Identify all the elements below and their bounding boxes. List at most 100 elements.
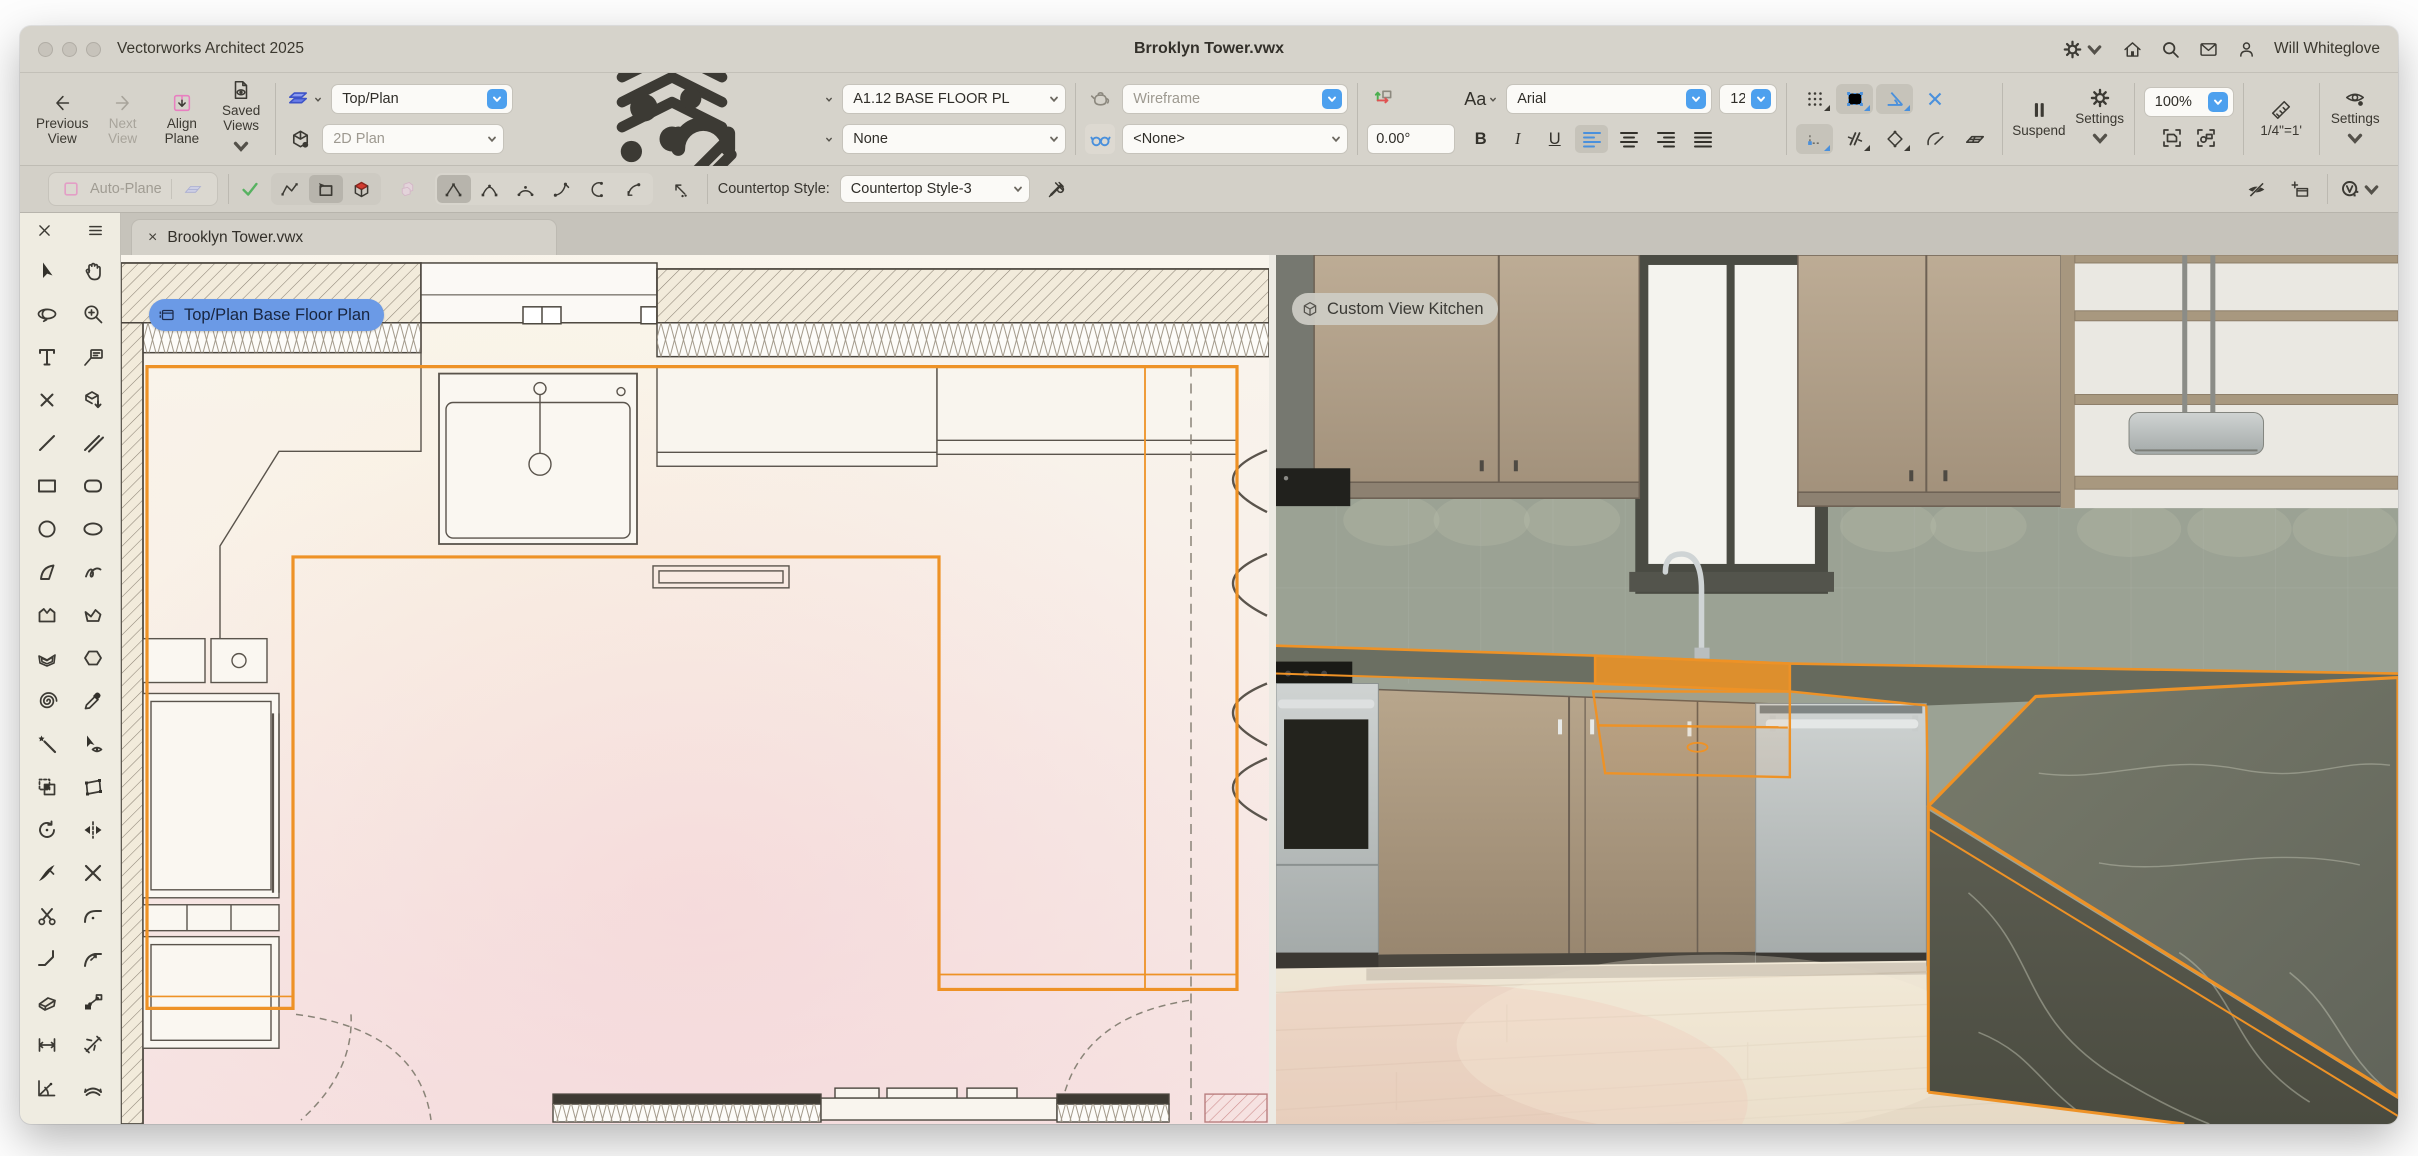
tool-connect-combine[interactable] bbox=[76, 985, 110, 1019]
user-icon[interactable] bbox=[2236, 39, 2257, 60]
plan-mode-dropdown[interactable]: 2D Plan bbox=[322, 124, 504, 154]
retrace-button[interactable] bbox=[663, 175, 697, 203]
rotation-field[interactable]: 0.00° bbox=[1367, 124, 1455, 154]
smart-point-snap-toggle[interactable] bbox=[1796, 124, 1833, 154]
data-visualization-dropdown[interactable]: <None> bbox=[1122, 124, 1348, 154]
tool-zoom[interactable] bbox=[76, 297, 110, 331]
previous-view-button[interactable]: Previous View bbox=[36, 92, 89, 147]
rectangle-mode-button[interactable] bbox=[309, 175, 343, 203]
tool-oval[interactable] bbox=[76, 512, 110, 546]
tool-pan[interactable] bbox=[76, 254, 110, 288]
tool-double-polygon[interactable] bbox=[30, 641, 64, 675]
tool-arc[interactable] bbox=[30, 555, 64, 589]
tool-flyover[interactable] bbox=[30, 297, 64, 331]
align-plane-button[interactable]: Align Plane bbox=[157, 92, 207, 147]
tool-extract[interactable] bbox=[76, 383, 110, 417]
view-settings-button[interactable]: Settings bbox=[2329, 87, 2382, 152]
tool-rectangle[interactable] bbox=[30, 469, 64, 503]
palette-menu-icon[interactable] bbox=[87, 222, 104, 239]
tool-eraser[interactable] bbox=[30, 985, 64, 1019]
view-mode-dropdown[interactable]: Top/Plan bbox=[331, 84, 513, 114]
workspace-gear-menu[interactable] bbox=[2062, 39, 2105, 60]
tool-reshape[interactable] bbox=[76, 770, 110, 804]
tool-double-line[interactable] bbox=[76, 426, 110, 460]
tool-circle[interactable] bbox=[30, 512, 64, 546]
saved-views-button[interactable]: Saved Views bbox=[216, 79, 266, 159]
tool-regular-polygon[interactable] bbox=[76, 641, 110, 675]
data-visualization-glasses-icon[interactable] bbox=[1085, 124, 1115, 154]
home-icon[interactable] bbox=[2122, 39, 2143, 60]
add-viewport-button[interactable] bbox=[2283, 175, 2317, 203]
suspend-button[interactable]: Suspend bbox=[2012, 99, 2065, 139]
point-on-arc-vertex-button[interactable] bbox=[617, 175, 651, 203]
grid-snap-toggle[interactable] bbox=[1796, 84, 1833, 114]
close-tab-icon[interactable]: × bbox=[148, 229, 157, 247]
polyline-mode-button[interactable] bbox=[273, 175, 307, 203]
user-name[interactable]: Will Whiteglove bbox=[2274, 40, 2380, 58]
zoom-level-dropdown[interactable]: 100% bbox=[2144, 87, 2234, 117]
tool-fillet-edge[interactable] bbox=[76, 942, 110, 976]
vectorworks-graphics-menu[interactable] bbox=[2338, 175, 2384, 203]
tool-freehand[interactable] bbox=[76, 555, 110, 589]
view-plane-menu[interactable] bbox=[285, 88, 324, 110]
align-left-button[interactable] bbox=[1575, 125, 1608, 153]
active-class-dropdown[interactable]: None bbox=[842, 124, 1066, 154]
ghost-solids-button[interactable] bbox=[391, 175, 425, 203]
tool-mirror[interactable] bbox=[76, 813, 110, 847]
style-tools-button[interactable] bbox=[1040, 175, 1074, 203]
tool-clip[interactable] bbox=[30, 770, 64, 804]
arc-vertex-button[interactable] bbox=[581, 175, 615, 203]
plan-viewport-annotation[interactable]: Top/Plan Base Floor Plan bbox=[149, 299, 384, 331]
tool-spiral[interactable] bbox=[30, 684, 64, 718]
tangent-arc-vertex-button[interactable] bbox=[545, 175, 579, 203]
tool-angular-dimension[interactable] bbox=[30, 1071, 64, 1105]
view-3d-pane[interactable]: Custom View Kitchen bbox=[1276, 255, 2398, 1124]
tool-polygon[interactable] bbox=[30, 598, 64, 632]
font-family-dropdown[interactable]: Arial bbox=[1506, 84, 1712, 114]
tool-rounded-rectangle[interactable] bbox=[76, 469, 110, 503]
render-teapot-icon[interactable] bbox=[1085, 84, 1115, 114]
projection-menu[interactable] bbox=[285, 124, 315, 154]
corner-vertex-button[interactable] bbox=[437, 175, 471, 203]
tool-line[interactable] bbox=[30, 426, 64, 460]
next-view-button[interactable]: Next View bbox=[98, 92, 148, 147]
align-right-button[interactable] bbox=[1649, 125, 1682, 153]
italic-button[interactable]: I bbox=[1501, 125, 1534, 153]
mail-icon[interactable] bbox=[2198, 39, 2219, 60]
tangent-snap-toggle[interactable] bbox=[1916, 124, 1953, 154]
underline-button[interactable]: U bbox=[1538, 125, 1571, 153]
tool-trim[interactable] bbox=[76, 856, 110, 890]
font-size-dropdown[interactable]: 12 bbox=[1719, 84, 1777, 114]
align-center-button[interactable] bbox=[1612, 125, 1645, 153]
snapping-settings-button[interactable]: Settings bbox=[2075, 87, 2125, 152]
minimize-window-button[interactable] bbox=[62, 42, 77, 57]
tool-split[interactable] bbox=[30, 856, 64, 890]
tool-simple-delete[interactable] bbox=[30, 383, 64, 417]
render-mode-dropdown[interactable]: Wireframe bbox=[1122, 84, 1348, 114]
tool-text[interactable] bbox=[30, 340, 64, 374]
tool-unconstrained-dimension[interactable] bbox=[76, 1028, 110, 1062]
working-plane-snap-toggle[interactable] bbox=[1956, 124, 1993, 154]
drawing-scale-button[interactable]: 1/4"=1' bbox=[2253, 99, 2310, 139]
search-icon[interactable] bbox=[2160, 39, 2181, 60]
intersection-snap-toggle[interactable] bbox=[1916, 84, 1953, 114]
document-tab[interactable]: × Brooklyn Tower.vwx bbox=[131, 219, 557, 255]
cubic-vertex-button[interactable] bbox=[509, 175, 543, 203]
tool-fillet[interactable] bbox=[76, 899, 110, 933]
plan-view-pane[interactable]: Top/Plan Base Floor Plan bbox=[121, 255, 1269, 1124]
close-window-button[interactable] bbox=[38, 42, 53, 57]
fit-to-objects-button[interactable] bbox=[2194, 126, 2218, 150]
working-plane-axis-icon[interactable] bbox=[1367, 84, 1397, 114]
tool-chamfer[interactable] bbox=[30, 942, 64, 976]
object-snap-toggle[interactable] bbox=[1836, 84, 1873, 114]
view-3d-annotation[interactable]: Custom View Kitchen bbox=[1292, 293, 1498, 325]
auto-plane-group[interactable]: Auto-Plane bbox=[48, 172, 218, 206]
tool-polyline[interactable] bbox=[76, 598, 110, 632]
extrude-mode-button[interactable] bbox=[345, 175, 379, 203]
confirm-check-icon[interactable] bbox=[239, 178, 261, 200]
close-palette-icon[interactable] bbox=[36, 222, 53, 239]
text-style-menu[interactable]: Aa bbox=[1464, 89, 1499, 110]
angle-snap-toggle[interactable] bbox=[1876, 84, 1913, 114]
tool-eyedropper[interactable] bbox=[76, 684, 110, 718]
tool-select-similar[interactable] bbox=[76, 727, 110, 761]
